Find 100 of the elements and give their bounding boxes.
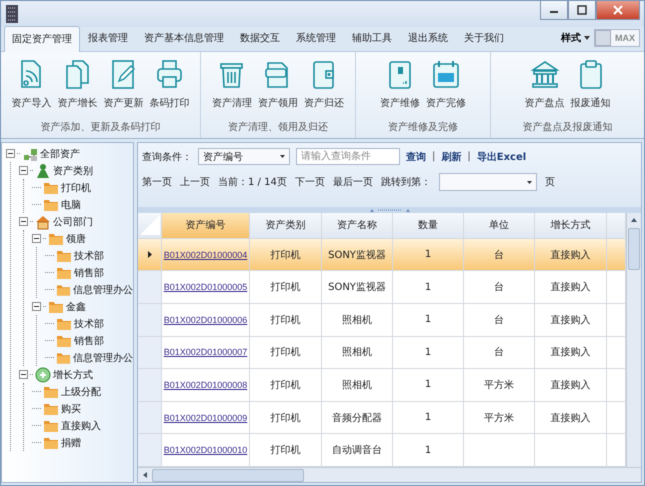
tree-item[interactable]: 领唐 bbox=[66, 232, 86, 246]
first-page-link[interactable]: 第一页 bbox=[142, 175, 172, 189]
table-cell: 1 bbox=[393, 271, 464, 304]
menu-tab[interactable]: 系统管理 bbox=[288, 25, 344, 51]
collapse-toggle[interactable] bbox=[19, 370, 28, 379]
ribbon-button[interactable]: 资产更新 bbox=[102, 56, 146, 120]
tree-item[interactable]: 增长方式 bbox=[53, 368, 93, 382]
collapse-toggle[interactable] bbox=[32, 234, 41, 243]
table-row[interactable]: B01X002D01000007 打印机 照相机 1 台 直接购入 bbox=[138, 336, 626, 370]
asset-code-link[interactable]: B01X002D01000007 bbox=[164, 347, 248, 358]
table-cell: 平方米 bbox=[464, 402, 535, 434]
house-icon bbox=[35, 214, 51, 230]
asset-code-link[interactable]: B01X002D01000005 bbox=[164, 282, 248, 292]
tree-item[interactable]: 公司部门 bbox=[53, 214, 93, 228]
collapse-toggle[interactable] bbox=[6, 149, 15, 158]
scrollbar-thumb[interactable] bbox=[152, 468, 304, 482]
vertical-scrollbar[interactable] bbox=[626, 213, 641, 467]
table-cell: 照相机 bbox=[322, 336, 393, 370]
tree-item[interactable]: 资产类别 bbox=[53, 164, 93, 178]
jump-label: 跳转到第： bbox=[380, 176, 431, 189]
menu-tab[interactable]: 关于我们 bbox=[456, 25, 512, 51]
toolbar-link[interactable]: 刷新 bbox=[441, 150, 462, 164]
last-page-link[interactable]: 最后一页 bbox=[332, 175, 373, 189]
horizontal-scrollbar[interactable] bbox=[138, 467, 641, 482]
table-cell: 打印机 bbox=[250, 369, 322, 402]
splitter-handle-icon[interactable] bbox=[370, 208, 410, 212]
tree-item[interactable]: 销售部 bbox=[74, 334, 104, 348]
table-cell: 平方米 bbox=[464, 369, 535, 402]
menu-tab[interactable]: 固定资产管理 bbox=[4, 26, 80, 52]
tree-item[interactable]: 信息管理办公 bbox=[73, 350, 133, 364]
tree-item[interactable]: 技术部 bbox=[74, 316, 104, 330]
tree-item[interactable]: 全部资产 bbox=[40, 146, 80, 160]
asset-code-link[interactable]: B01X002D01000009 bbox=[164, 412, 248, 423]
ribbon-button[interactable]: 条码打印 bbox=[148, 56, 192, 120]
tree-item[interactable]: 打印机 bbox=[61, 180, 91, 194]
table-row[interactable]: B01X002D01000004 打印机 SONY监视器 1 台 直接购入 bbox=[138, 238, 626, 272]
asset-code-link[interactable]: B01X002D01000010 bbox=[164, 445, 248, 456]
ribbon-button[interactable]: 资产导入 bbox=[10, 56, 54, 120]
table-cell bbox=[607, 238, 626, 272]
style-menu[interactable]: 样式 bbox=[561, 31, 590, 45]
circle-icon bbox=[35, 366, 51, 382]
group-label: 资产维修及完修 bbox=[387, 120, 459, 135]
menu-tab[interactable]: 数据交互 bbox=[232, 25, 288, 51]
column-header[interactable]: 单位 bbox=[464, 213, 535, 239]
collapse-toggle[interactable] bbox=[32, 302, 41, 311]
group-label: 资产盘点及报废通知 bbox=[522, 120, 614, 135]
column-header[interactable]: 资产编号 bbox=[162, 213, 250, 239]
ribbon-button[interactable]: 资产清理 bbox=[210, 56, 254, 120]
column-header[interactable]: 资产类别 bbox=[250, 213, 322, 239]
table-cell: 台 bbox=[464, 238, 535, 272]
table-row[interactable]: B01X002D01000006 打印机 照相机 1 台 直接购入 bbox=[138, 304, 626, 337]
collapse-toggle[interactable] bbox=[19, 217, 28, 226]
ribbon-button[interactable]: 报废通知 bbox=[568, 56, 612, 120]
menu-tab[interactable]: 辅助工具 bbox=[344, 25, 400, 51]
table-cell: 1 bbox=[393, 238, 464, 272]
ribbon-button[interactable]: 资产增长 bbox=[56, 56, 100, 120]
asset-code-link[interactable]: B01X002D01000006 bbox=[164, 314, 248, 325]
table-cell: 直接购入 bbox=[535, 238, 607, 272]
ribbon-button[interactable]: 资产盘点 bbox=[522, 56, 566, 120]
table-row[interactable]: B01X002D01000008 打印机 照相机 1 平方米 直接购入 bbox=[138, 369, 626, 402]
table-row[interactable]: B01X002D01000009 打印机 音频分配器 1 平方米 直接购入 bbox=[138, 402, 626, 434]
tree-item[interactable]: 信息管理办公 bbox=[73, 282, 133, 296]
column-header[interactable]: 资产名称 bbox=[322, 213, 393, 239]
tree-item[interactable]: 直接购入 bbox=[61, 418, 101, 432]
maximize-button[interactable] bbox=[568, 1, 596, 20]
field-dropdown[interactable]: 资产编号 bbox=[198, 148, 290, 165]
tree-item[interactable]: 技术部 bbox=[74, 248, 104, 262]
tree-item[interactable]: 上级分配 bbox=[61, 384, 101, 398]
column-header[interactable]: 数量 bbox=[393, 213, 464, 239]
scrollbar-thumb[interactable] bbox=[628, 228, 640, 270]
ribbon-button[interactable]: 资产领用 bbox=[256, 56, 300, 120]
toolbar-link[interactable]: 导出Excel bbox=[476, 150, 526, 164]
minimize-button[interactable] bbox=[540, 1, 568, 20]
prev-page-link[interactable]: 上一页 bbox=[180, 175, 210, 189]
toolbar-link[interactable]: 查询 bbox=[406, 150, 426, 164]
tree-item[interactable]: 销售部 bbox=[74, 266, 104, 280]
tree-item[interactable]: 金鑫 bbox=[66, 300, 86, 314]
table-row[interactable]: B01X002D01000005 打印机 SONY监视器 1 台 直接购入 bbox=[138, 271, 626, 304]
ribbon-button[interactable]: 资产维修 bbox=[378, 56, 422, 120]
table-cell: 音频分配器 bbox=[322, 402, 393, 434]
close-button[interactable] bbox=[596, 1, 640, 20]
ribbon-button[interactable]: 资产归还 bbox=[302, 56, 346, 120]
asset-code-link[interactable]: B01X002D01000008 bbox=[164, 380, 248, 390]
tree-item[interactable]: 捐赠 bbox=[61, 436, 81, 450]
menu-tab[interactable]: 退出系统 bbox=[400, 25, 456, 51]
column-header[interactable]: 增长方式 bbox=[535, 213, 607, 239]
next-page-link[interactable]: 下一页 bbox=[294, 175, 325, 189]
tree-item[interactable]: 电脑 bbox=[61, 198, 81, 212]
table-cell: 直接购入 bbox=[535, 271, 607, 304]
table-cell: SONY监视器 bbox=[322, 271, 393, 304]
group-label: 资产添加、更新及条码打印 bbox=[40, 120, 162, 135]
menu-tab[interactable]: 资产基本信息管理 bbox=[136, 25, 232, 51]
page-suffix: 页 bbox=[544, 176, 555, 189]
table-cell: 1 bbox=[393, 402, 464, 434]
collapse-toggle[interactable] bbox=[19, 166, 28, 175]
menu-tab[interactable]: 报表管理 bbox=[80, 25, 136, 51]
tree-item[interactable]: 购买 bbox=[61, 402, 81, 416]
ribbon-button[interactable]: 资产完修 bbox=[424, 56, 468, 120]
table-cell: 打印机 bbox=[250, 271, 322, 304]
search-field[interactable]: 请输入查询条件 bbox=[296, 148, 400, 165]
